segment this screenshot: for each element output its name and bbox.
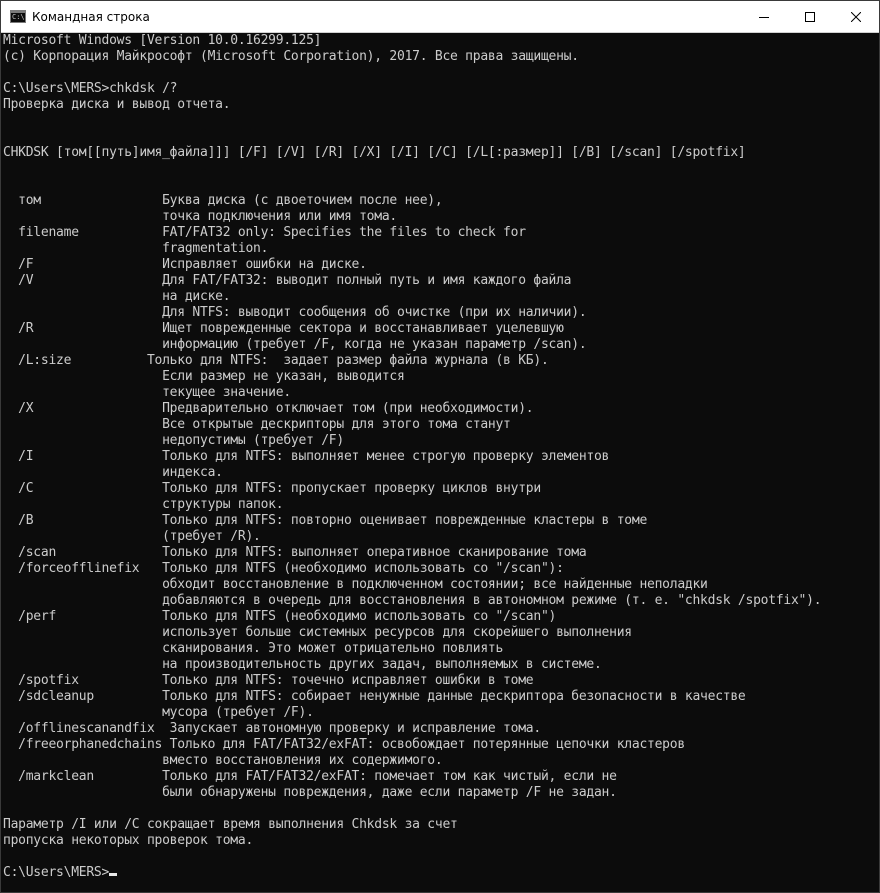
close-icon bbox=[851, 11, 861, 22]
console-line: /forceofflinefix Только для NTFS (необхо… bbox=[3, 561, 564, 576]
text-cursor bbox=[109, 873, 118, 876]
console-line: fragmentation. bbox=[3, 241, 269, 256]
console-line: /perf Только для NTFS (необходимо исполь… bbox=[3, 609, 557, 624]
console-line: текущее значение. bbox=[3, 385, 291, 400]
console-line: Если размер не указан, выводится bbox=[3, 369, 405, 384]
console-line: информацию (требует /F, когда не указан … bbox=[3, 337, 587, 352]
cmd-icon[interactable]: C:\ bbox=[10, 10, 26, 23]
maximize-icon bbox=[805, 11, 815, 22]
console-line: /B Только для NTFS: повторно оценивает п… bbox=[3, 513, 648, 528]
console-line: /R Ищет поврежденные сектора и восстанав… bbox=[3, 321, 564, 336]
console-line: на производительность других задач, выпо… bbox=[3, 657, 602, 672]
console-line: /F Исправляет ошибки на диске. bbox=[3, 257, 367, 272]
console-line: точка подключения или имя тома. bbox=[3, 209, 397, 224]
cmd-icon-glyph: C:\ bbox=[12, 13, 25, 21]
console-line: Все открытые дескрипторы для этого тома … bbox=[3, 417, 511, 432]
console-line: обходит восстановление в подключенном со… bbox=[3, 577, 708, 592]
console-line: /V Для FAT/FAT32: выводит полный путь и … bbox=[3, 273, 572, 288]
console-line: /freeorphanedchains Только для FAT/FAT32… bbox=[3, 737, 685, 752]
command-prompt: C:\Users\MERS> bbox=[3, 865, 110, 880]
console-line: /offlinescanandfix Запускает автономную … bbox=[3, 721, 541, 736]
console-output-area[interactable]: Microsoft Windows [Version 10.0.16299.12… bbox=[3, 33, 877, 892]
console-line: структуры папок. bbox=[3, 497, 284, 512]
console-line: /markclean Только для FAT/FAT32/exFAT: п… bbox=[3, 769, 617, 784]
console-line: /L:size Только для NTFS: задает размер ф… bbox=[3, 353, 549, 368]
console-line: /scan Только для NTFS: выполняет операти… bbox=[3, 545, 587, 560]
console-line: filename FAT/FAT32 only: Specifies the f… bbox=[3, 225, 526, 240]
console-line: (требует /R). bbox=[3, 529, 261, 544]
console-line: мусора (требует /F). bbox=[3, 705, 314, 720]
console-line: сканирования. Это может отрицательно пов… bbox=[3, 641, 504, 656]
console-line: Параметр /I или /C сокращает время выпол… bbox=[3, 817, 458, 832]
window-title: Командная строка bbox=[32, 9, 150, 24]
console-line: C:\Users\MERS>chkdsk /? bbox=[3, 81, 178, 96]
console-line: на диске. bbox=[3, 289, 231, 304]
maximize-button[interactable] bbox=[787, 1, 833, 32]
console-line: /I Только для NTFS: выполняет менее стро… bbox=[3, 449, 610, 464]
console-line: CHKDSK [том[[путь]имя_файла]]] [/F] [/V]… bbox=[3, 145, 746, 160]
console-line: Для NTFS: выводит сообщения об очистке (… bbox=[3, 305, 587, 320]
console-line: том Буква диска (с двоеточием после нее)… bbox=[3, 193, 443, 208]
console-line: пропуска некоторых проверок тома. bbox=[3, 833, 254, 848]
console-line: добавляются в очередь для восстановления… bbox=[3, 593, 822, 608]
console-line: /C Только для NTFS: пропускает проверку … bbox=[3, 481, 541, 496]
console-line: (c) Корпорация Майкрософт (Microsoft Cor… bbox=[3, 49, 579, 64]
title-bar[interactable]: C:\ Командная строка bbox=[1, 1, 879, 33]
minimize-button[interactable] bbox=[741, 1, 787, 32]
console-line: Microsoft Windows [Version 10.0.16299.12… bbox=[3, 33, 322, 48]
close-button[interactable] bbox=[833, 1, 879, 32]
console-line: Проверка диска и вывод отчета. bbox=[3, 97, 231, 112]
console-line: были обнаружены повреждения, даже если п… bbox=[3, 785, 617, 800]
console-line: /spotfix Только для NTFS: точечно исправ… bbox=[3, 673, 534, 688]
console-line: использует больше системных ресурсов для… bbox=[3, 625, 632, 640]
console-line: вместо восстановления их содержимого. bbox=[3, 753, 443, 768]
console-line: недопустимы (требует /F) bbox=[3, 433, 344, 448]
command-prompt-window: C:\ Командная строка Microsoft Windows [… bbox=[0, 0, 880, 893]
console-text: Microsoft Windows [Version 10.0.16299.12… bbox=[3, 33, 877, 881]
console-line: /X Предварительно отключает том (при нео… bbox=[3, 401, 534, 416]
console-line: индекса. bbox=[3, 465, 223, 480]
console-line: /sdcleanup Только для NTFS: собирает нен… bbox=[3, 689, 746, 704]
minimize-icon bbox=[759, 16, 769, 18]
